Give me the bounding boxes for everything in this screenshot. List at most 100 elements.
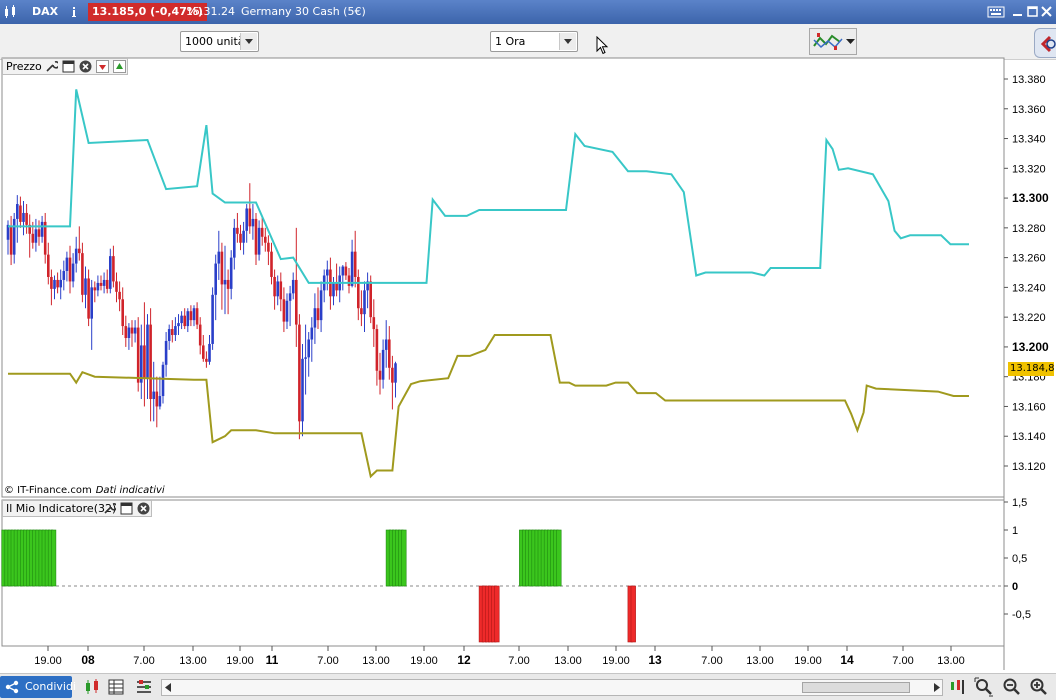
- candle-body: [353, 251, 357, 277]
- x-axis-tick-label: 19.00: [226, 655, 254, 667]
- share-icon: [5, 680, 19, 694]
- window-icon[interactable]: [120, 502, 133, 515]
- candle-body: [174, 326, 177, 336]
- candle-body: [220, 251, 224, 285]
- candle-body: [257, 227, 261, 255]
- candle-body: [276, 281, 279, 297]
- candle-body: [394, 363, 397, 383]
- candle-body: [93, 287, 97, 291]
- indicator-list-icon[interactable]: [134, 677, 154, 697]
- indicator-panel-label: Il Mio Indicatore(32): [6, 502, 117, 515]
- x-axis-tick-label: 19.00: [602, 655, 630, 667]
- move-up-icon[interactable]: [113, 60, 126, 73]
- scroll-right-icon[interactable]: [932, 683, 941, 692]
- candle-body: [251, 218, 255, 227]
- candle-body: [81, 253, 84, 295]
- candle-body: [112, 256, 115, 282]
- chart-canvas[interactable]: 13.380 13.360 13.340 13.320 13.300 13.280 13.2…: [0, 0, 1056, 673]
- candle-body: [65, 257, 69, 272]
- zoom-in-icon[interactable]: [1029, 677, 1049, 697]
- candle-body: [388, 339, 391, 368]
- y-axis-tick-label: 13.160: [1012, 401, 1046, 413]
- candle-body: [164, 340, 168, 365]
- candle-body: [245, 208, 248, 231]
- candlestick-icon[interactable]: [82, 677, 102, 697]
- candle-body: [68, 257, 72, 282]
- candle-body: [37, 229, 41, 237]
- indicator-bar: [401, 529, 407, 587]
- zoom-select-icon[interactable]: [974, 677, 994, 697]
- y-axis-tick-label: 13.360: [1012, 104, 1046, 116]
- candle-body: [140, 345, 143, 383]
- candle-body: [233, 227, 236, 258]
- candle-body: [186, 311, 190, 327]
- close-circle-icon[interactable]: [137, 502, 150, 515]
- candle-body: [102, 279, 106, 286]
- zoom-extents-icon[interactable]: [948, 677, 968, 697]
- horizontal-scrollbar[interactable]: [161, 679, 943, 696]
- wrench-icon[interactable]: [103, 502, 116, 515]
- candle-body: [242, 230, 245, 243]
- y-axis-tick-label: 13.200: [1012, 340, 1049, 354]
- candle-body: [264, 236, 267, 243]
- candle-body: [378, 370, 382, 380]
- indicator-y-axis-tick-label: 0: [1012, 581, 1018, 593]
- x-axis-tick-label: 19.00: [34, 655, 62, 667]
- candle-body: [239, 233, 242, 243]
- scroll-left-icon[interactable]: [164, 683, 173, 692]
- candle-body: [99, 282, 103, 286]
- candle-body: [282, 299, 286, 322]
- indicator-y-axis-tick-label: 1: [1012, 525, 1018, 537]
- candle-body: [316, 308, 320, 321]
- move-down-icon[interactable]: [96, 60, 109, 73]
- y-axis-tick-label: 13.240: [1012, 282, 1046, 294]
- candle-body: [84, 278, 87, 295]
- y-axis-tick-label: 13.300: [1012, 191, 1049, 205]
- y-axis-tick-label: 13.340: [1012, 134, 1046, 146]
- candle-body: [369, 281, 372, 318]
- x-axis-tick-label: 13.00: [362, 655, 390, 667]
- candle-body: [149, 324, 152, 400]
- candle-body: [202, 345, 205, 359]
- y-axis-tick-label: 13.220: [1012, 312, 1046, 324]
- price-panel-label: Prezzo: [6, 60, 42, 73]
- candle-body: [295, 279, 298, 325]
- candle-body: [105, 279, 109, 289]
- candle-body: [223, 279, 227, 285]
- share-button[interactable]: Condividi: [0, 676, 76, 698]
- candle-body: [74, 248, 78, 264]
- scroll-thumb[interactable]: [802, 682, 910, 693]
- indicator-y-axis-tick-label: -0,5: [1012, 609, 1031, 621]
- candle-body: [124, 326, 128, 338]
- candle-body: [217, 251, 221, 264]
- credits-source: © IT-Finance.com: [4, 485, 92, 496]
- candle-body: [158, 396, 162, 407]
- indicator-bar: [556, 529, 562, 587]
- y-axis-tick-label: 13.120: [1012, 461, 1046, 473]
- candle-body: [205, 358, 208, 362]
- candle-body: [127, 327, 131, 338]
- candle-body: [332, 282, 335, 297]
- candle-body: [291, 279, 295, 294]
- candle-body: [347, 275, 351, 286]
- window-icon[interactable]: [62, 60, 75, 73]
- candle-body: [171, 329, 174, 336]
- candle-body: [16, 204, 19, 219]
- x-axis-tick-label: 7.00: [317, 655, 338, 667]
- candle-body: [146, 324, 149, 379]
- x-axis-tick-label: 13.00: [554, 655, 582, 667]
- close-circle-icon[interactable]: [79, 60, 92, 73]
- candle-body: [313, 308, 317, 328]
- indicator-bar: [630, 585, 636, 643]
- candle-body: [208, 343, 211, 362]
- x-axis-tick-label: 7.00: [133, 655, 154, 667]
- candle-body: [143, 345, 146, 379]
- candle-body: [19, 205, 22, 222]
- candle-body: [192, 308, 196, 321]
- wrench-icon[interactable]: [45, 60, 58, 73]
- x-axis-tick-label: 12: [457, 653, 471, 667]
- candle-body: [133, 327, 137, 334]
- spreadsheet-icon[interactable]: [106, 677, 126, 697]
- zoom-out-icon[interactable]: [1002, 677, 1022, 697]
- candle-body: [298, 324, 301, 422]
